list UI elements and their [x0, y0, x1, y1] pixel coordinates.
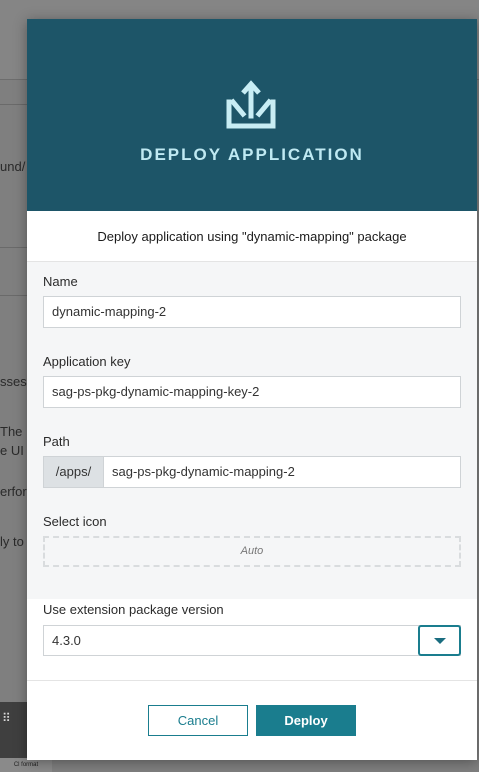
background-text: und/ [0, 159, 26, 174]
background-divider [0, 247, 30, 248]
cancel-button[interactable]: Cancel [148, 705, 248, 736]
chevron-down-icon [434, 638, 446, 644]
name-input[interactable]: dynamic-mapping-2 [43, 296, 461, 328]
version-select[interactable]: 4.3.0 [43, 625, 461, 656]
dialog-title: DEPLOY APPLICATION [140, 145, 364, 164]
application-key-input[interactable]: sag-ps-pkg-dynamic-mapping-key-2 [43, 376, 461, 408]
background-tab: Cl format [0, 758, 52, 772]
background-text: The [0, 424, 23, 439]
background-divider [0, 104, 30, 105]
background-text: sses [0, 374, 27, 389]
dialog-subtitle: Deploy application using "dynamic-mappin… [27, 211, 477, 262]
version-label: Use extension package version [43, 602, 224, 617]
background-text: erfor [0, 484, 27, 499]
select-icon-label: Select icon [43, 514, 107, 529]
footer-divider [27, 680, 477, 681]
application-key-label: Application key [43, 354, 131, 369]
path-prefix: /apps/ [43, 456, 104, 488]
deploy-button[interactable]: Deploy [256, 705, 356, 736]
app-grid-icon: ⠿ [2, 711, 11, 725]
deploy-upload-icon [226, 80, 276, 129]
background-text: e UI t [0, 443, 28, 458]
path-label: Path [43, 434, 70, 449]
version-dropdown-button[interactable] [418, 625, 461, 656]
deploy-application-dialog: DEPLOY APPLICATION Deploy application us… [27, 19, 477, 760]
dialog-header: DEPLOY APPLICATION [27, 19, 477, 211]
background-divider [0, 295, 30, 296]
path-input[interactable]: sag-ps-pkg-dynamic-mapping-2 [104, 456, 461, 488]
background-text: ly to [0, 534, 24, 549]
icon-picker[interactable]: Auto [43, 536, 461, 567]
name-label: Name [43, 274, 78, 289]
